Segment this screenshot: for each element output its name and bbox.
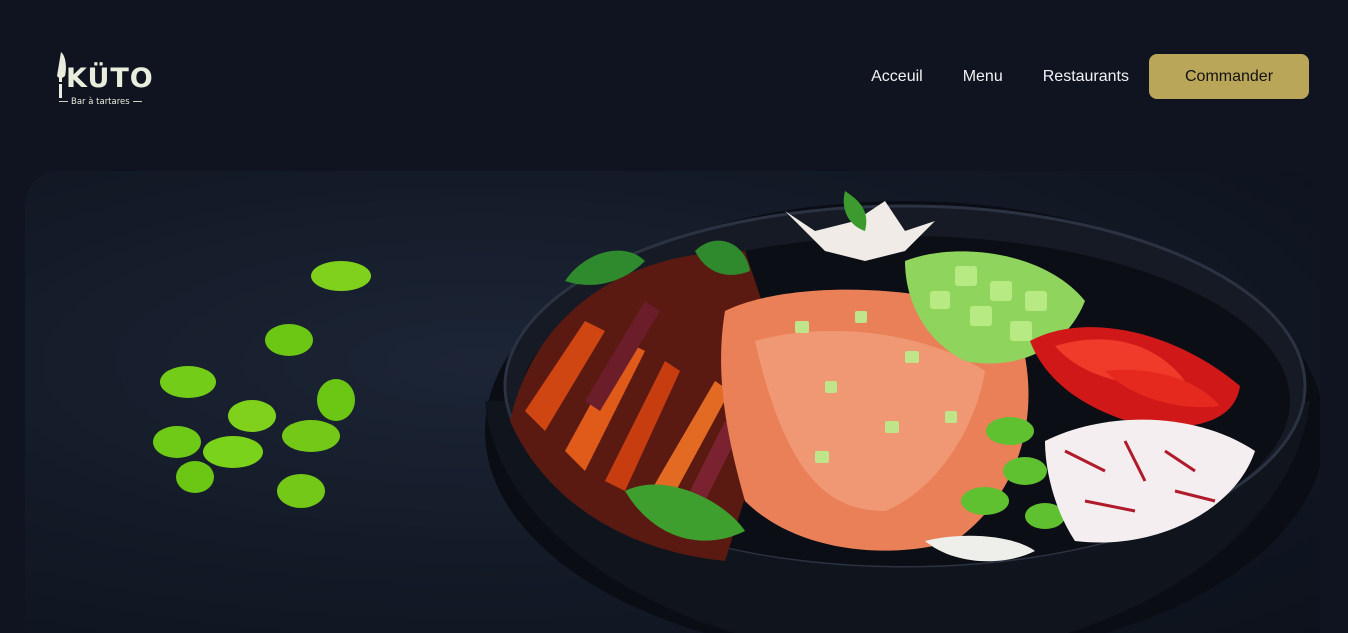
nav-link-acceuil[interactable]: Acceuil xyxy=(871,68,923,86)
edamame-beans xyxy=(153,261,371,508)
brand-name: KÜTO xyxy=(66,63,154,94)
nav-link-restaurants[interactable]: Restaurants xyxy=(1043,68,1129,86)
hero-image xyxy=(25,171,1320,633)
site-header: KÜTO Bar à tartares Acceuil Menu Restaur… xyxy=(0,0,1348,150)
order-button[interactable]: Commander xyxy=(1149,54,1309,99)
brand-logo[interactable]: KÜTO Bar à tartares xyxy=(52,50,153,112)
poke-bowl-photo xyxy=(153,191,1320,633)
brand-tagline: Bar à tartares xyxy=(56,97,140,107)
nav-link-menu[interactable]: Menu xyxy=(963,68,1003,86)
main-nav: Acceuil Menu Restaurants Commander xyxy=(871,54,1309,99)
